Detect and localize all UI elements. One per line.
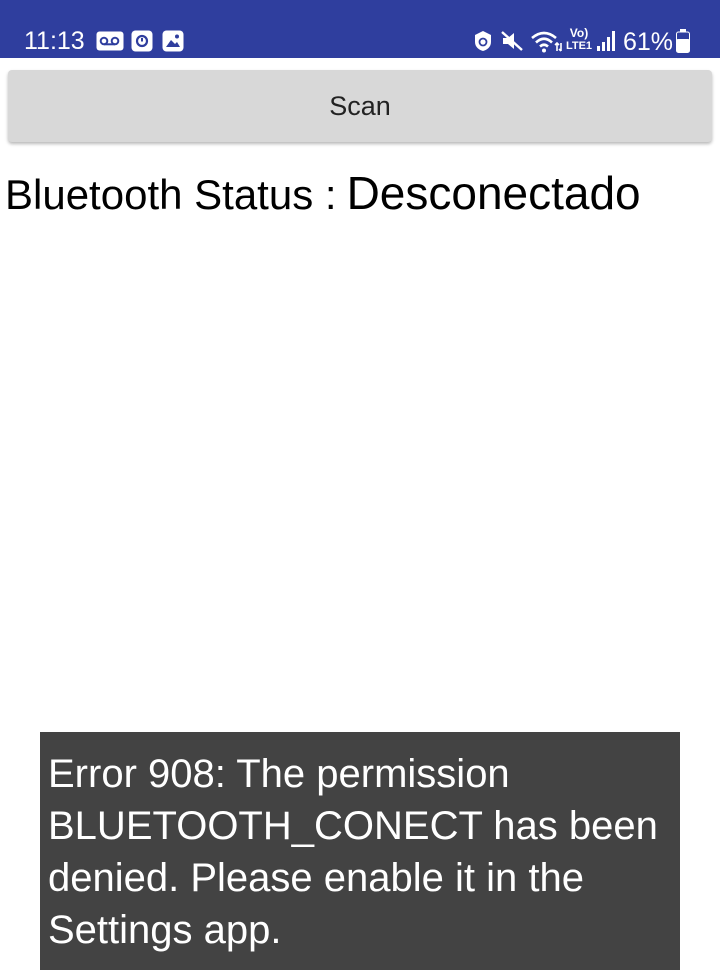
battery-percent: 61% — [623, 28, 674, 56]
scan-button[interactable]: Scan — [8, 70, 712, 142]
volte-label: Vo) — [569, 26, 589, 40]
status-bar: 11:13 Vo) LTE1 61% — [0, 0, 720, 58]
mute-icon — [501, 31, 523, 51]
wifi-icon — [531, 31, 562, 53]
error-toast-message: Error 908: The permission BLUETOOTH_CONE… — [48, 752, 658, 952]
status-time: 11:13 — [24, 27, 85, 55]
battery-icon — [676, 29, 690, 53]
lte-label: LTE1 — [565, 40, 593, 52]
bluetooth-status-value: Desconectado — [346, 167, 641, 219]
gallery-icon — [162, 30, 184, 52]
bluetooth-status-row: Bluetooth Status : Desconectado — [5, 166, 641, 220]
voicemail-icon — [96, 31, 124, 51]
volte-icon: Vo) LTE1 — [563, 27, 595, 55]
data-saver-icon — [475, 31, 491, 51]
error-toast: Error 908: The permission BLUETOOTH_CONE… — [40, 732, 680, 970]
notification-app-icon — [131, 30, 153, 52]
signal-icon — [597, 31, 615, 51]
bluetooth-status-label: Bluetooth Status : — [5, 171, 337, 218]
